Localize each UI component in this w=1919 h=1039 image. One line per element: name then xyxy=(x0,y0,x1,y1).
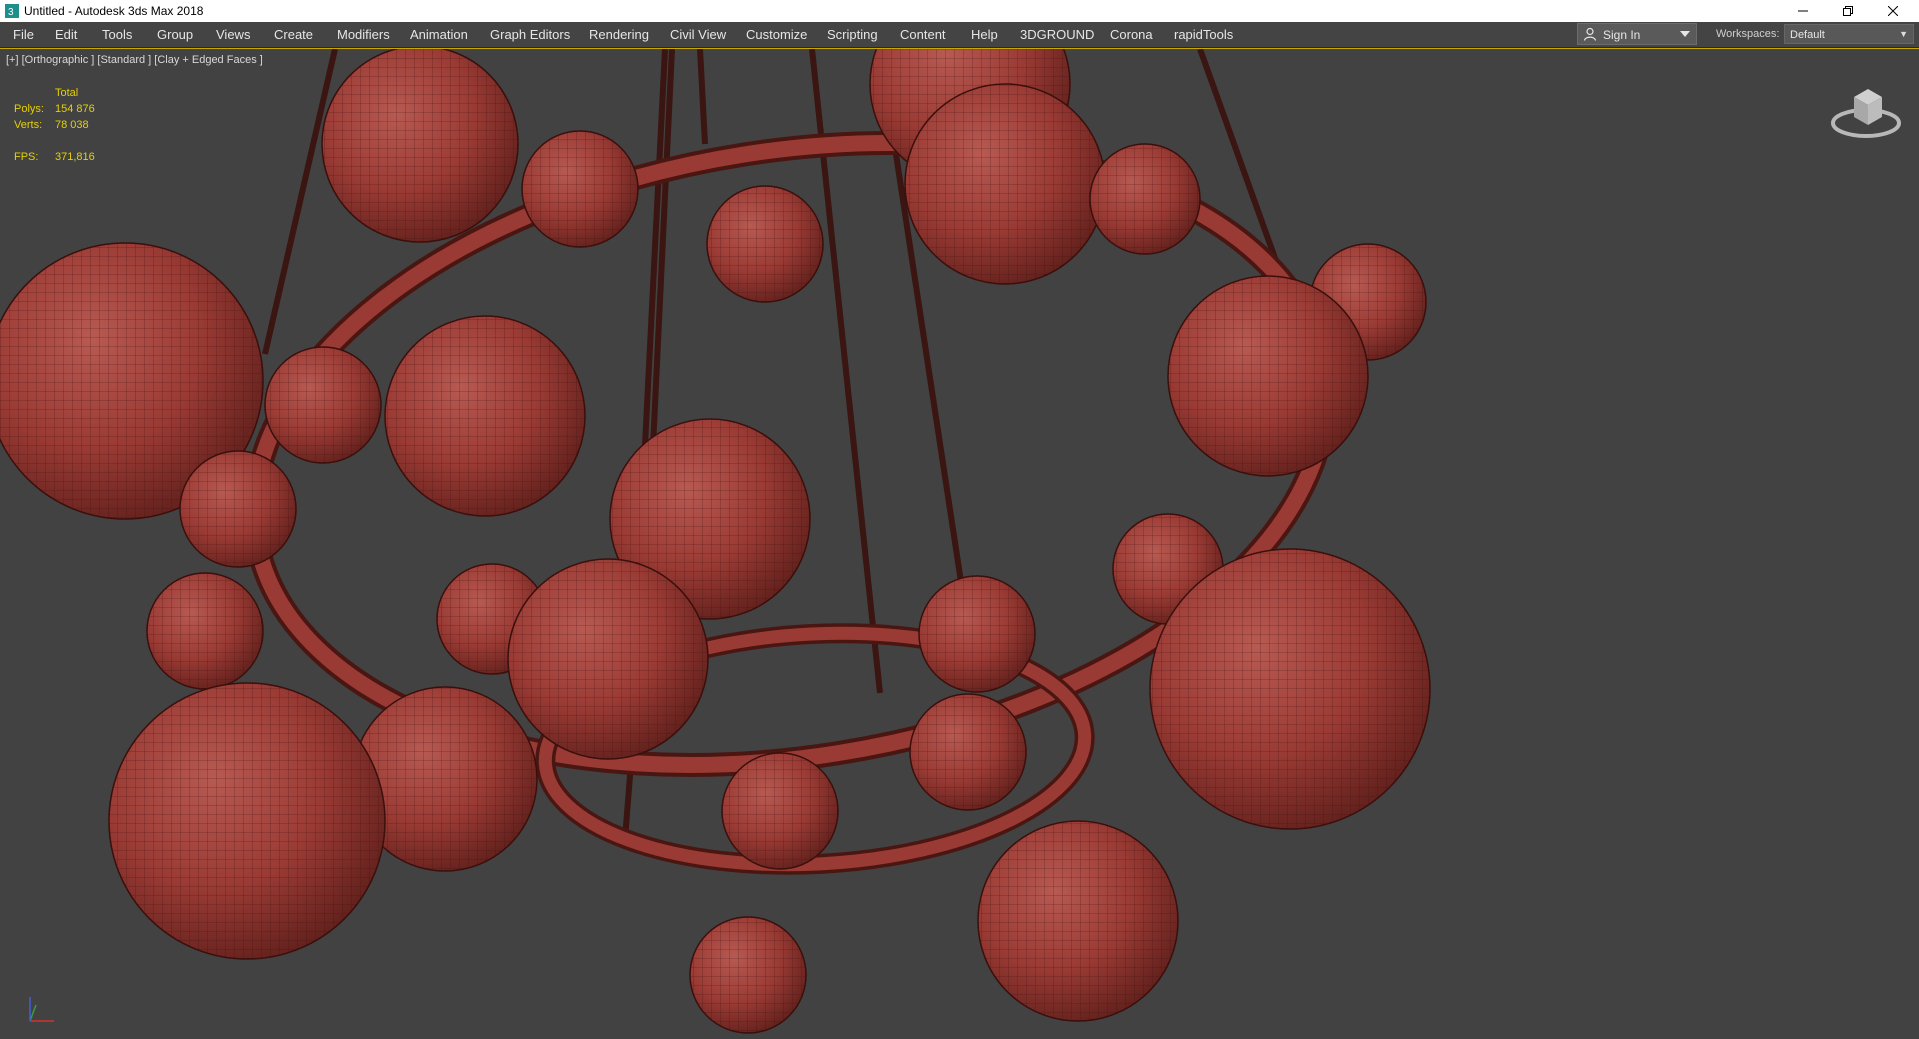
menu-3dground[interactable]: 3DGROUND xyxy=(1020,22,1094,47)
workspaces-value: Default xyxy=(1790,29,1825,41)
viewport-perspective[interactable]: [+] [Orthographic ] [Standard ] [Clay + … xyxy=(0,48,1919,1039)
verts-value: 78 038 xyxy=(55,119,89,131)
menu-rendering[interactable]: Rendering xyxy=(589,22,649,47)
polys-label: Polys: xyxy=(14,103,44,115)
menu-help[interactable]: Help xyxy=(971,22,998,47)
sphere-wireframe xyxy=(707,186,823,302)
svg-text:3: 3 xyxy=(8,7,14,18)
menu-customize[interactable]: Customize xyxy=(746,22,807,47)
verts-label: Verts: xyxy=(14,119,43,131)
sphere-wireframe xyxy=(690,917,806,1033)
sphere-wireframe xyxy=(1168,276,1368,476)
menu-group[interactable]: Group xyxy=(157,22,193,47)
sphere-wireframe xyxy=(919,576,1035,692)
sphere-wireframe xyxy=(905,84,1105,284)
sign-in-dropdown[interactable]: Sign In xyxy=(1577,23,1697,45)
viewcube-icon[interactable] xyxy=(1826,79,1906,151)
sphere-wireframe xyxy=(147,573,263,689)
chevron-down-icon: ▼ xyxy=(1899,29,1908,39)
viewport-label[interactable]: [+] [Orthographic ] [Standard ] [Clay + … xyxy=(6,54,263,66)
sphere-wireframe xyxy=(1150,549,1430,829)
fps-value: 371,816 xyxy=(55,151,95,163)
minimize-icon xyxy=(1798,10,1808,12)
menu-animation[interactable]: Animation xyxy=(410,22,468,47)
menu-rapidtools[interactable]: rapidTools xyxy=(1174,22,1233,47)
menu-create[interactable]: Create xyxy=(274,22,313,47)
chandelier-spheres xyxy=(0,49,1431,1034)
window-title: Untitled - Autodesk 3ds Max 2018 xyxy=(24,4,204,18)
menu-scripting[interactable]: Scripting xyxy=(827,22,878,47)
polys-value: 154 876 xyxy=(55,103,95,115)
sphere-wireframe xyxy=(265,347,381,463)
viewport-statistics: Total Polys: 154 876 Verts: 78 038 FPS: 371… xyxy=(14,85,95,165)
restore-icon xyxy=(1843,6,1853,16)
sphere-wireframe xyxy=(910,694,1026,810)
workspaces-select[interactable]: Default ▼ xyxy=(1784,24,1914,44)
sphere-wireframe xyxy=(180,451,296,567)
close-button[interactable] xyxy=(1871,0,1915,22)
sphere-wireframe xyxy=(322,49,518,242)
menu-edit[interactable]: Edit xyxy=(55,22,77,47)
stats-header: Total xyxy=(55,87,79,99)
sphere-wireframe xyxy=(978,821,1178,1021)
sphere-wireframe xyxy=(109,683,385,959)
menu-graph-editors[interactable]: Graph Editors xyxy=(490,22,570,47)
person-icon xyxy=(1583,27,1597,41)
menu-content[interactable]: Content xyxy=(900,22,946,47)
menu-file[interactable]: File xyxy=(13,22,34,47)
menu-tools[interactable]: Tools xyxy=(102,22,132,47)
axis-tripod-icon xyxy=(29,997,54,1022)
sphere-wireframe xyxy=(1090,144,1200,254)
close-icon xyxy=(1888,6,1898,16)
sphere-wireframe xyxy=(722,753,838,869)
chevron-down-icon xyxy=(1680,31,1690,37)
workspaces-label: Workspaces: xyxy=(1716,28,1780,40)
3dsmax-icon: 3 xyxy=(5,4,19,18)
menu-views[interactable]: Views xyxy=(216,22,250,47)
minimize-button[interactable] xyxy=(1781,0,1825,22)
sphere-wireframe xyxy=(522,131,638,247)
menu-modifiers[interactable]: Modifiers xyxy=(337,22,390,47)
fps-label: FPS: xyxy=(14,151,39,163)
scene-render xyxy=(0,49,1431,1034)
window-titlebar: 3 Untitled - Autodesk 3ds Max 2018 xyxy=(0,0,1919,22)
menu-corona[interactable]: Corona xyxy=(1110,22,1153,47)
sphere-wireframe xyxy=(508,559,708,759)
restore-button[interactable] xyxy=(1826,0,1870,22)
menu-civil-view[interactable]: Civil View xyxy=(670,22,726,47)
sign-in-label: Sign In xyxy=(1603,28,1641,42)
sphere-wireframe xyxy=(385,316,585,516)
